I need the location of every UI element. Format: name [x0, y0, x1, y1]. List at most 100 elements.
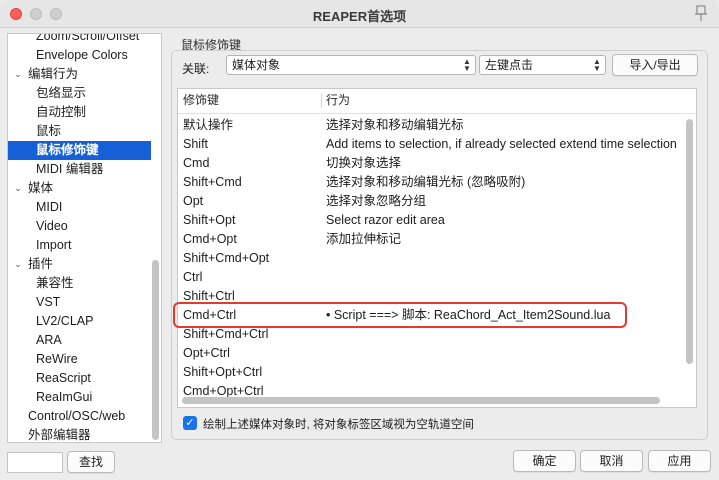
apply-button[interactable]: 应用	[648, 450, 711, 472]
action-cell: Add items to selection, if already selec…	[326, 137, 677, 151]
tree-item-label: MIDI	[36, 200, 63, 214]
context-select[interactable]: 媒体对象 ▲ ▼	[226, 55, 476, 75]
tree-item-label: 外部编辑器	[28, 428, 91, 442]
tree-item[interactable]: ReWire	[8, 350, 151, 369]
tree-item-label: 包络显示	[36, 86, 87, 100]
tree-item[interactable]: Video	[8, 217, 151, 236]
tree-item[interactable]: Zoom/Scroll/Offset	[8, 33, 151, 46]
action-cell: 选择对象和移动编辑光标 (忽略吸附)	[326, 175, 526, 189]
import-export-button[interactable]: 导入/导出	[612, 54, 698, 76]
title-bar: REAPER首选项	[0, 0, 719, 28]
modifier-cell: Cmd	[183, 156, 210, 170]
tree-item-edit-behavior[interactable]: ⌄ 编辑行为	[8, 65, 151, 84]
chevron-down-icon[interactable]: ⌄	[12, 65, 24, 84]
modifier-cell: 默认操作	[183, 118, 234, 132]
tree-item[interactable]: Envelope Colors	[8, 46, 151, 65]
tree-item-label: 兼容性	[36, 276, 74, 290]
table-row[interactable]: Cmd 切换对象选择	[178, 154, 684, 173]
modifier-cell: Shift	[183, 137, 209, 151]
find-button[interactable]: 查找	[67, 451, 115, 473]
context-label: 关联:	[182, 62, 210, 76]
context-select-value: 媒体对象	[232, 58, 281, 72]
modifier-table[interactable]: 修饰键 行为 默认操作 选择对象和移动编辑光标 Shift Add items …	[177, 88, 697, 408]
cancel-button[interactable]: 取消	[580, 450, 643, 472]
search-input[interactable]	[7, 452, 63, 473]
modifier-cell: Shift+Opt+Ctrl	[183, 365, 263, 379]
modifier-cell: Shift+Cmd	[183, 175, 242, 189]
table-row[interactable]: 默认操作 选择对象和移动编辑光标	[178, 116, 684, 135]
tree-item-label: 编辑行为	[28, 67, 79, 81]
modifier-cell: Ctrl	[183, 270, 203, 284]
tree-item-mouse-modifiers[interactable]: 鼠标修饰键	[8, 141, 151, 160]
preferences-window: REAPER首选项 Zoom/Scroll/Offset Envelope Co…	[0, 0, 719, 480]
preferences-category-tree[interactable]: Zoom/Scroll/Offset Envelope Colors ⌄ 编辑行…	[7, 33, 162, 443]
pin-icon[interactable]	[693, 5, 709, 23]
tree-item[interactable]: VST	[8, 293, 151, 312]
column-divider[interactable]	[321, 93, 322, 108]
table-row[interactable]: Shift+Opt Select razor edit area	[178, 211, 684, 230]
tree-item[interactable]: ARA	[8, 331, 151, 350]
sidebar-scrollbar[interactable]	[152, 260, 159, 440]
tree-item-label: 媒体	[28, 181, 54, 195]
action-select[interactable]: 左键点击 ▲ ▼	[479, 55, 606, 75]
tree-item[interactable]: MIDI	[8, 198, 151, 217]
up-down-arrows-icon: ▲ ▼	[593, 57, 601, 73]
modifier-cell: Cmd+Opt	[183, 232, 237, 246]
tree-item-label: 鼠标	[36, 124, 62, 138]
table-row[interactable]: Shift+Opt+Ctrl	[178, 363, 684, 382]
tree-item[interactable]: 包络显示	[8, 84, 151, 103]
table-row[interactable]: Opt 选择对象忽略分组	[178, 192, 684, 211]
tree-item-label: Envelope Colors	[36, 48, 128, 62]
tree-item-label: 插件	[28, 257, 54, 271]
tree-item[interactable]: ReaImGui	[8, 388, 151, 407]
tree-item[interactable]: MIDI 编辑器	[8, 160, 151, 179]
modifier-cell: Shift+Cmd+Opt	[183, 251, 270, 265]
tree-item[interactable]: 兼容性	[8, 274, 151, 293]
table-row[interactable]: Shift+Cmd+Opt	[178, 249, 684, 268]
tree-item[interactable]: ReaScript	[8, 369, 151, 388]
column-header-action[interactable]: 行为	[326, 89, 350, 112]
table-row[interactable]: Ctrl	[178, 268, 684, 287]
action-cell: 添加拉伸标记	[326, 232, 402, 246]
tree-item[interactable]: 外部编辑器	[8, 426, 151, 442]
tree-item-label: 鼠标修饰键	[36, 143, 99, 157]
column-header-modifier[interactable]: 修饰键	[183, 89, 219, 112]
chevron-down-icon[interactable]: ⌄	[12, 179, 24, 198]
tree-item-label: ARA	[36, 333, 62, 347]
tree-item[interactable]: Control/OSC/web	[8, 407, 151, 426]
table-horizontal-scrollbar[interactable]	[182, 397, 660, 404]
tree-item-label: ReaScript	[36, 371, 91, 385]
tree-item-label: ReWire	[36, 352, 78, 366]
table-vertical-scrollbar[interactable]	[686, 119, 693, 364]
action-cell: 选择对象忽略分组	[326, 194, 427, 208]
tree-item-label: 自动控制	[36, 105, 87, 119]
modifier-cell: Opt	[183, 194, 204, 208]
table-row[interactable]: Cmd+Opt 添加拉伸标记	[178, 230, 684, 249]
tree-item[interactable]: LV2/CLAP	[8, 312, 151, 331]
tree-item-label: MIDI 编辑器	[36, 162, 104, 176]
modifier-cell: Opt+Ctrl	[183, 346, 230, 360]
chevron-down-icon[interactable]: ⌄	[12, 255, 24, 274]
tree-item[interactable]: 鼠标	[8, 122, 151, 141]
tree-item[interactable]: 自动控制	[8, 103, 151, 122]
tree-item-media[interactable]: ⌄ 媒体	[8, 179, 151, 198]
tree-item-label: ReaImGui	[36, 390, 93, 404]
tree-item-label: Control/OSC/web	[28, 409, 126, 423]
tree-item-label: LV2/CLAP	[36, 314, 94, 328]
checkbox-label: 绘制上述媒体对象时, 将对象标签区域视为空轨道空间	[203, 419, 474, 431]
table-row[interactable]: Shift Add items to selection, if already…	[178, 135, 684, 154]
action-cell: 选择对象和移动编辑光标	[326, 118, 464, 132]
tree-item-plugins[interactable]: ⌄ 插件	[8, 255, 151, 274]
table-row[interactable]: Opt+Ctrl	[178, 344, 684, 363]
action-cell: 切换对象选择	[326, 156, 402, 170]
window-title: REAPER首选项	[312, 9, 407, 24]
checkmark-icon[interactable]: ✓	[183, 416, 197, 430]
action-select-value: 左键点击	[485, 58, 534, 72]
ok-button[interactable]: 确定	[513, 450, 576, 472]
up-down-arrows-icon: ▲ ▼	[463, 57, 471, 73]
tree-item-label: Zoom/Scroll/Offset	[36, 33, 140, 43]
tree-item[interactable]: Import	[8, 236, 151, 255]
highlight-box	[173, 302, 627, 328]
table-row[interactable]: Shift+Cmd 选择对象和移动编辑光标 (忽略吸附)	[178, 173, 684, 192]
header-divider	[178, 113, 696, 114]
